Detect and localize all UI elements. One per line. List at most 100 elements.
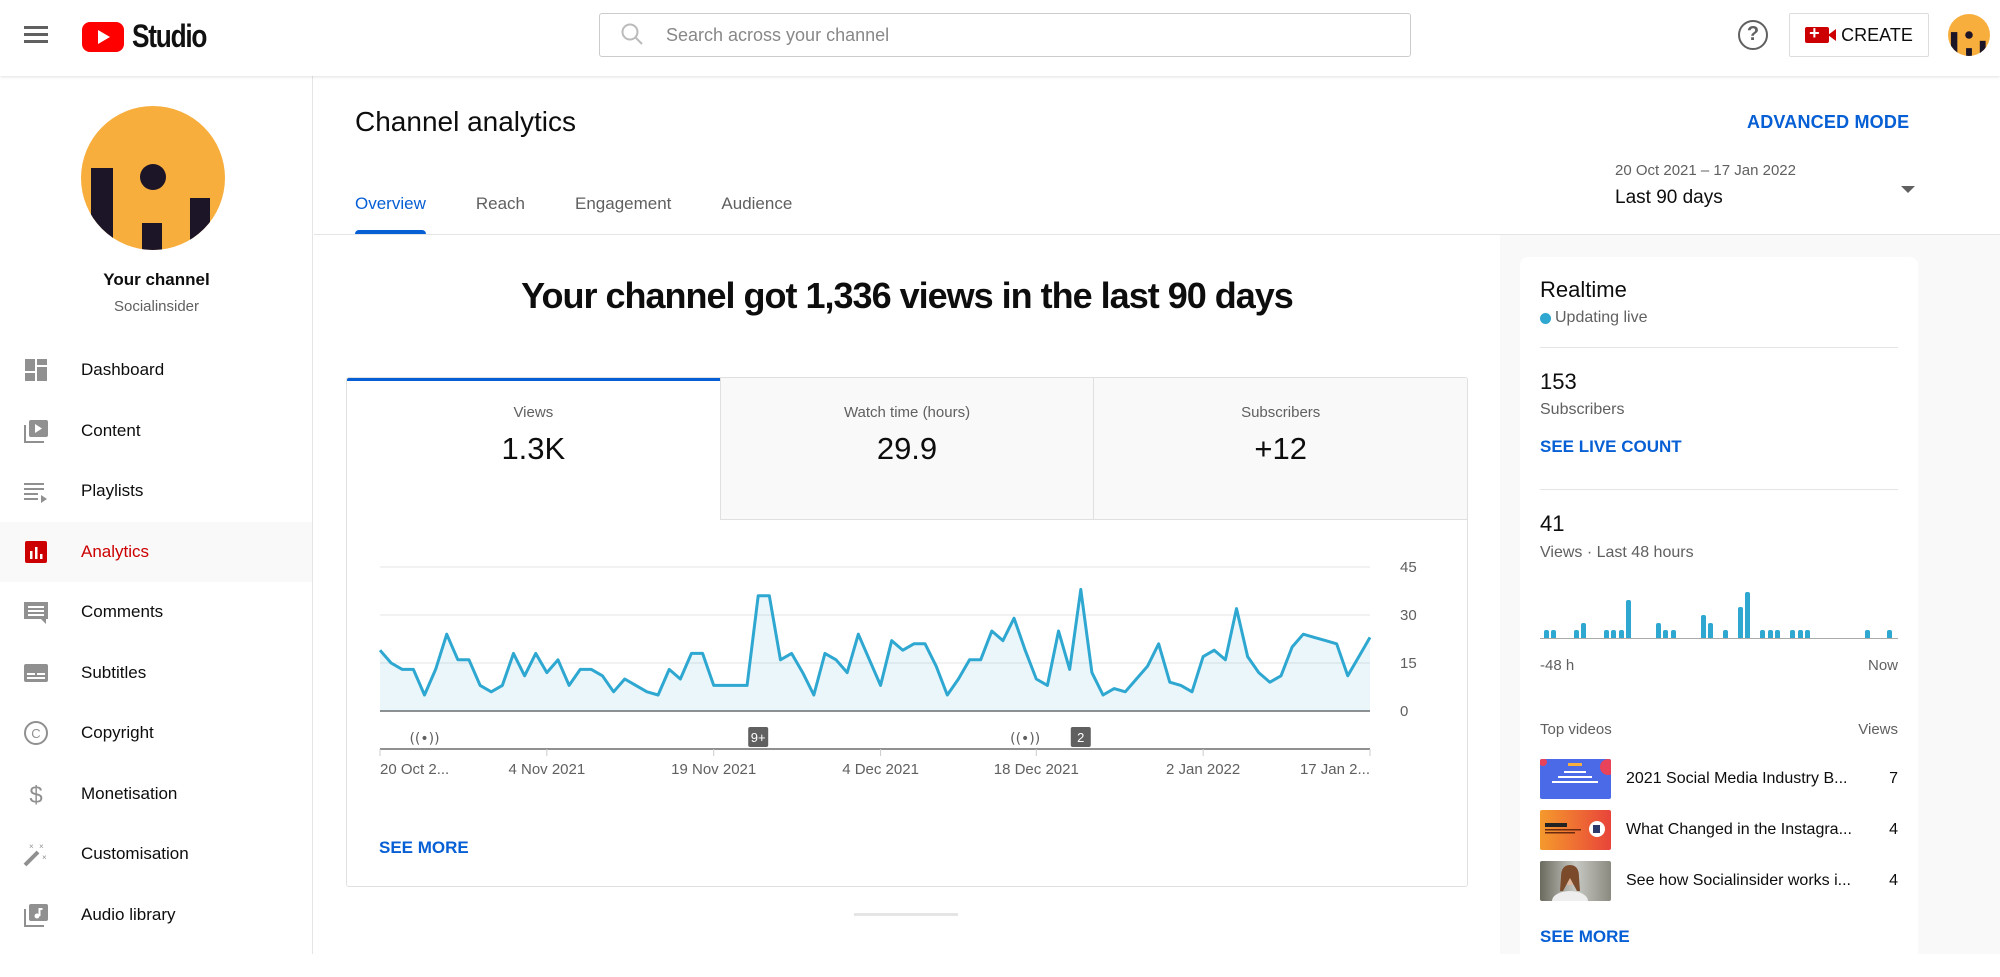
search-input[interactable] bbox=[666, 24, 1366, 46]
top-video-row[interactable]: What Changed in the Instagra... 4 bbox=[1540, 810, 1898, 850]
hourly-view-bar bbox=[1611, 630, 1617, 638]
live-status: Updating live bbox=[1540, 309, 1648, 327]
hourly-view-bar bbox=[1573, 630, 1579, 638]
top-video-row[interactable]: 2021 Social Media Industry B... 7 bbox=[1540, 759, 1898, 799]
hourly-view-bar bbox=[1581, 622, 1587, 638]
hourly-view-bar bbox=[1760, 630, 1766, 638]
copyright-icon: C bbox=[23, 720, 49, 746]
live-dot-icon bbox=[1540, 312, 1551, 324]
tab-audience[interactable]: Audience bbox=[721, 194, 792, 234]
divider bbox=[1540, 347, 1898, 348]
sidebar-item-analytics[interactable]: Analytics bbox=[0, 521, 312, 582]
hourly-view-bar bbox=[1708, 622, 1714, 638]
menu-icon[interactable] bbox=[24, 26, 48, 44]
see-live-count-button[interactable]: SEE LIVE COUNT bbox=[1540, 437, 1682, 457]
metric-watch-time[interactable]: Watch time (hours) 29.9 bbox=[719, 378, 1094, 520]
hourly-view-bar bbox=[1551, 630, 1557, 638]
sidebar-item-audio-library[interactable]: Audio library bbox=[0, 885, 312, 946]
metric-subscribers[interactable]: Subscribers +12 bbox=[1093, 378, 1467, 520]
metric-value: 1.3K bbox=[501, 431, 566, 466]
sidebar-item-label: Subtitles bbox=[81, 662, 147, 682]
views-column-header: Views bbox=[1858, 721, 1898, 738]
sidebar-nav: Dashboard Content Playlists Analytics Co… bbox=[0, 340, 312, 945]
hourly-view-bar bbox=[1797, 630, 1803, 638]
advanced-mode-button[interactable]: ADVANCED MODE bbox=[1747, 112, 1909, 133]
live-stream-icon: ((•)) bbox=[409, 731, 439, 747]
date-range-text: 20 Oct 2021 – 17 Jan 2022 bbox=[1615, 162, 1796, 179]
hourly-view-bar bbox=[1745, 592, 1751, 638]
customisation-icon: × × × bbox=[23, 841, 49, 867]
metric-views[interactable]: Views 1.3K bbox=[347, 378, 720, 520]
analytics-icon bbox=[23, 539, 49, 565]
channel-avatar[interactable] bbox=[81, 106, 225, 250]
dashboard-icon bbox=[23, 357, 49, 383]
dropdown-arrow-icon bbox=[1901, 186, 1915, 193]
hourly-view-bar bbox=[1670, 630, 1676, 638]
hourly-view-bar bbox=[1805, 630, 1811, 638]
annotation-badge-label: 9+ bbox=[751, 730, 766, 745]
x-tick-label: 20 Oct 2... bbox=[380, 761, 449, 778]
create-video-icon bbox=[1805, 23, 1837, 44]
metric-label: Views bbox=[513, 404, 554, 421]
top-video-row[interactable]: See how Socialinsider works i... 4 bbox=[1540, 861, 1898, 901]
top-videos-header: Top videos bbox=[1540, 721, 1612, 738]
views-chart-svg: 0 15 30 45 ((•)) 9+ ((•)) 2 20 Oct 2... 4 Nov 202… bbox=[378, 559, 1417, 778]
y-tick-label: 30 bbox=[1400, 607, 1417, 624]
studio-logo[interactable]: Studio bbox=[82, 18, 223, 55]
sidebar-item-customisation[interactable]: × × × Customisation bbox=[0, 824, 312, 885]
video-thumbnail bbox=[1540, 861, 1611, 901]
x-tick-label: 19 Nov 2021 bbox=[671, 761, 756, 778]
x-tick-label: 18 Dec 2021 bbox=[994, 761, 1079, 778]
sidebar-item-subtitles[interactable]: Subtitles bbox=[0, 643, 312, 704]
see-more-button[interactable]: SEE MORE bbox=[379, 838, 469, 858]
chart-baseline bbox=[1540, 638, 1898, 639]
create-label: CREATE bbox=[1841, 24, 1913, 45]
svg-text:C: C bbox=[31, 726, 40, 741]
create-button[interactable]: CREATE bbox=[1789, 13, 1929, 57]
axis-start-label: -48 h bbox=[1540, 657, 1575, 674]
views-chart: 0 15 30 45 ((•)) 9+ ((•)) 2 20 Oct 2... 4 Nov 202… bbox=[347, 520, 1467, 820]
hourly-view-bar bbox=[1626, 599, 1632, 638]
sidebar-item-comments[interactable]: Comments bbox=[0, 582, 312, 643]
annotation-badge-label: 2 bbox=[1077, 730, 1084, 745]
sidebar-item-label: Audio library bbox=[81, 904, 176, 924]
help-icon[interactable]: ? bbox=[1738, 20, 1768, 50]
date-range-dropdown[interactable]: 20 Oct 2021 – 17 Jan 2022 Last 90 days bbox=[1615, 162, 1915, 218]
tab-engagement[interactable]: Engagement bbox=[575, 194, 671, 234]
tab-reach[interactable]: Reach bbox=[476, 194, 525, 234]
tab-overview[interactable]: Overview bbox=[355, 194, 426, 234]
date-preset-label: Last 90 days bbox=[1615, 187, 1723, 208]
audio-library-icon bbox=[23, 902, 49, 928]
sidebar: Your channel Socialinsider Dashboard Con… bbox=[0, 76, 313, 954]
video-views: 7 bbox=[1889, 770, 1898, 787]
sidebar-item-copyright[interactable]: C Copyright bbox=[0, 703, 312, 764]
realtime-views-count: 41 bbox=[1540, 511, 1565, 536]
hourly-view-bar bbox=[1603, 630, 1609, 638]
realtime-column: Realtime Updating live 153 Subscribers S… bbox=[1500, 235, 2000, 977]
video-views: 4 bbox=[1889, 821, 1898, 838]
sidebar-item-label: Customisation bbox=[81, 844, 189, 864]
metric-tabs: Views 1.3K Watch time (hours) 29.9 Subsc… bbox=[347, 378, 1467, 520]
sidebar-item-dashboard[interactable]: Dashboard bbox=[0, 340, 312, 401]
sidebar-item-monetisation[interactable]: $ Monetisation bbox=[0, 764, 312, 825]
main-area: Channel analytics ADVANCED MODE Overview… bbox=[314, 76, 2000, 977]
sidebar-item-playlists[interactable]: Playlists bbox=[0, 461, 312, 522]
see-more-top-videos-button[interactable]: SEE MORE bbox=[1540, 927, 1630, 947]
metric-label: Watch time (hours) bbox=[843, 404, 971, 421]
x-tick-label: 17 Jan 2... bbox=[1300, 761, 1370, 778]
video-thumbnail bbox=[1540, 810, 1611, 850]
views-area bbox=[380, 589, 1370, 711]
search-icon bbox=[620, 22, 646, 48]
sidebar-item-content[interactable]: Content bbox=[0, 401, 312, 462]
svg-text:$: $ bbox=[29, 782, 42, 807]
hourly-view-bar bbox=[1790, 630, 1796, 638]
y-tick-label: 0 bbox=[1400, 703, 1408, 720]
hourly-view-bar bbox=[1544, 630, 1549, 638]
hourly-views-chart bbox=[1540, 587, 1898, 639]
search-box[interactable] bbox=[599, 13, 1411, 57]
content-icon bbox=[23, 418, 49, 444]
account-avatar[interactable] bbox=[1948, 14, 1990, 56]
sidebar-item-label: Playlists bbox=[81, 481, 144, 501]
overview-headline: Your channel got 1,336 views in the last… bbox=[521, 275, 1294, 316]
channel-name: Socialinsider bbox=[113, 298, 200, 315]
